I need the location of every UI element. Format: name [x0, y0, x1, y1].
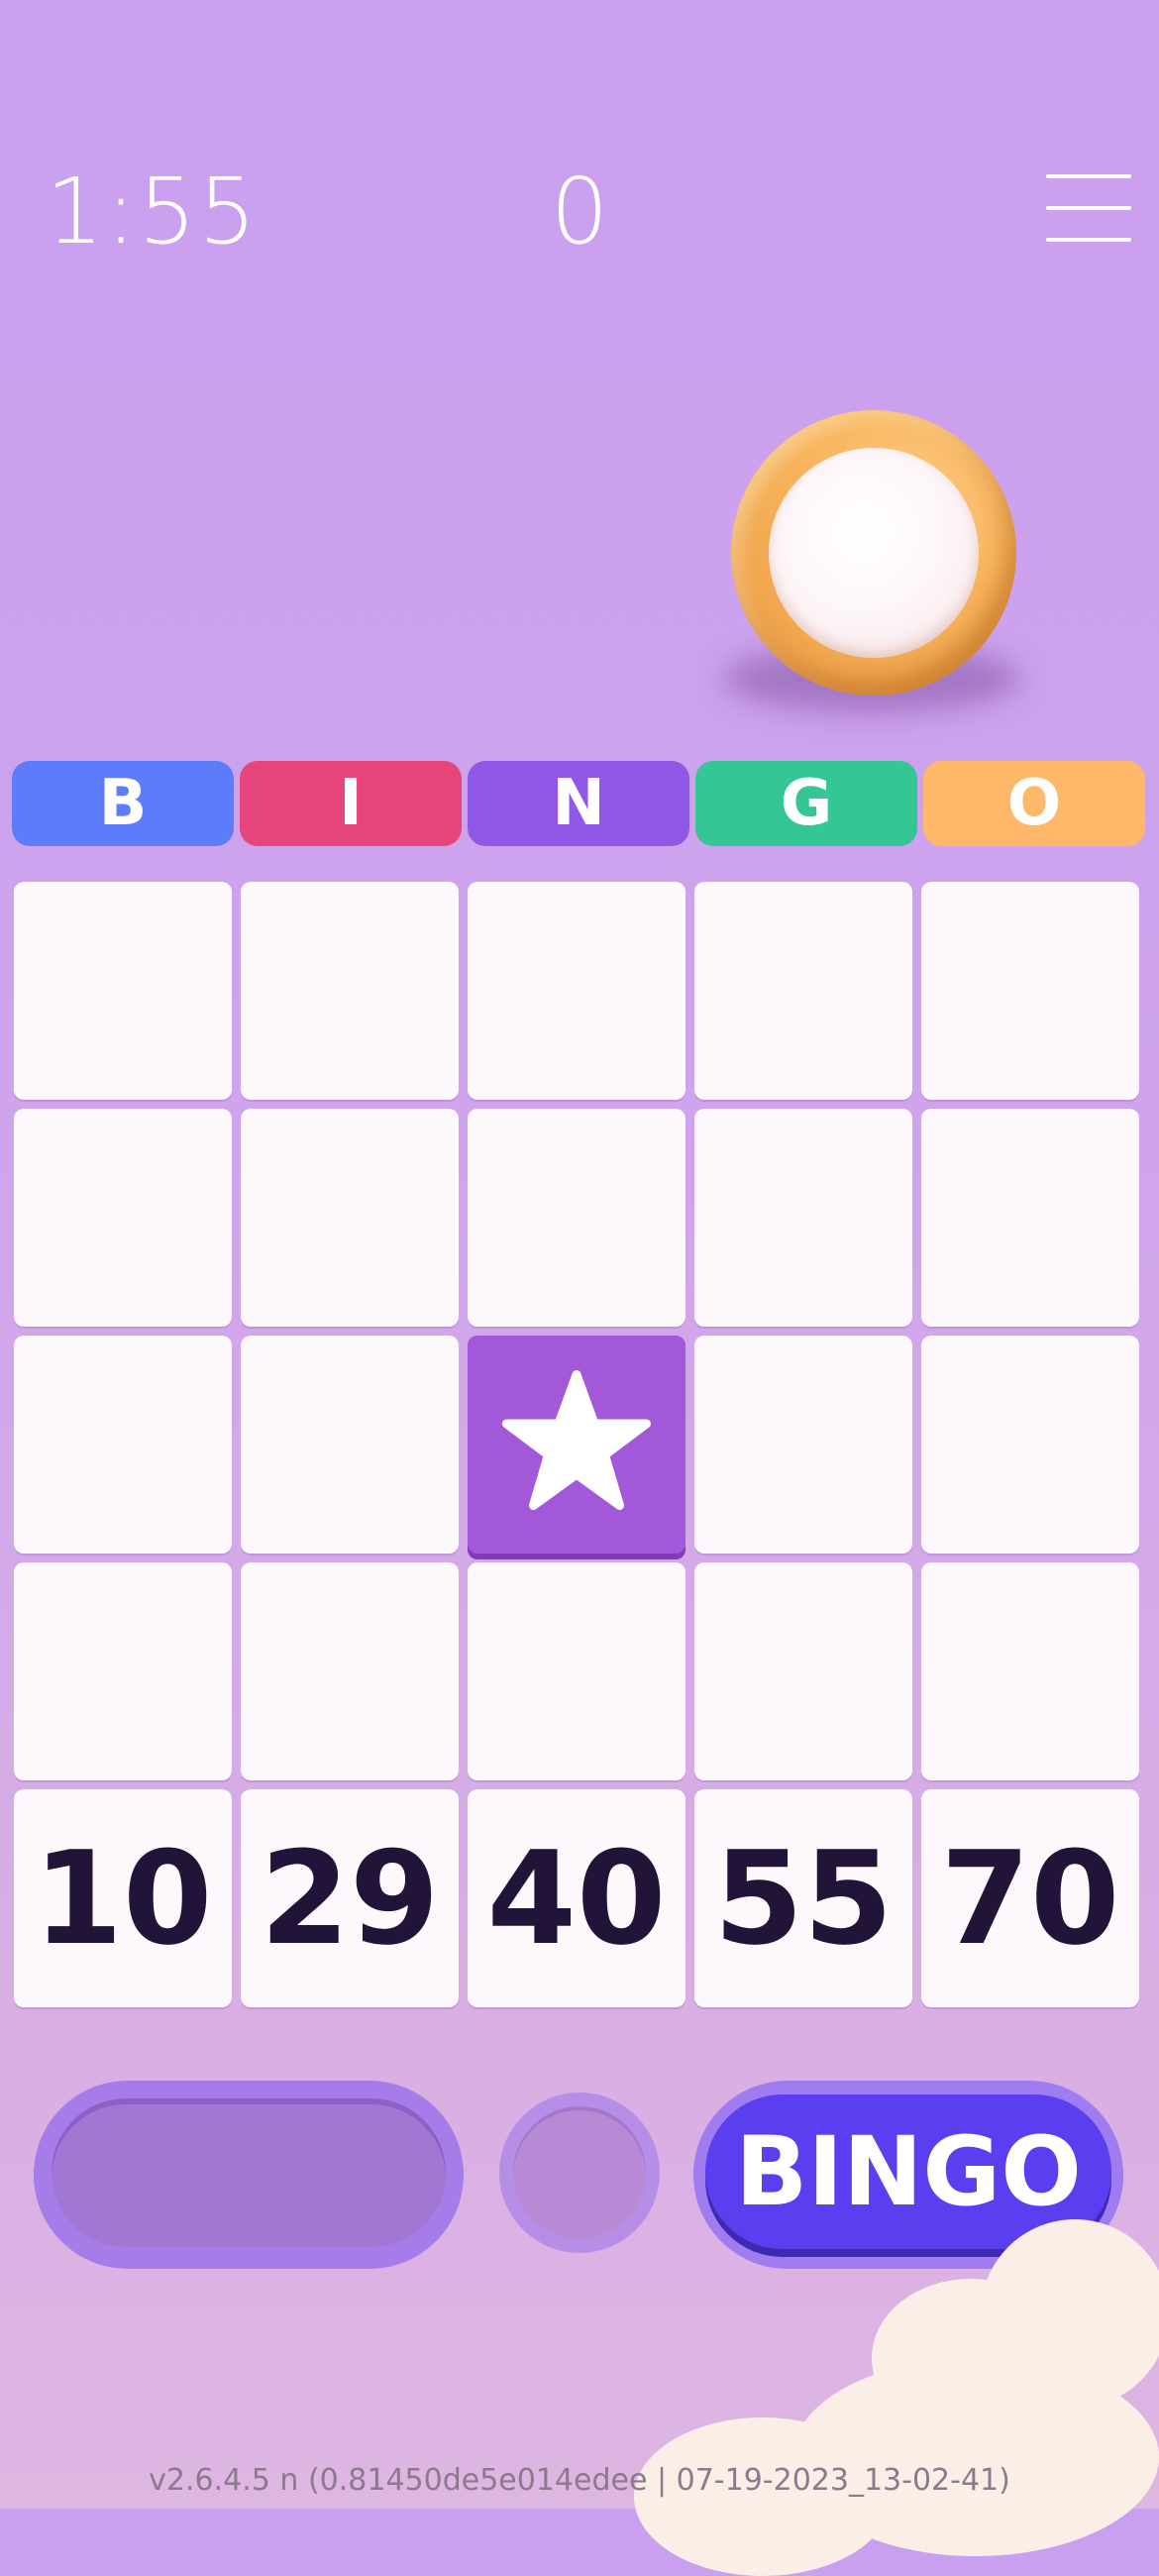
- center-round-button[interactable]: [499, 2093, 660, 2253]
- ball-face: [769, 448, 979, 658]
- center-round-button-face: [513, 2106, 646, 2239]
- column-header-g: G: [695, 761, 917, 846]
- free-cell[interactable]: [468, 1336, 685, 1554]
- column-letter: G: [780, 767, 833, 840]
- bingo-cell[interactable]: [468, 1562, 685, 1780]
- bingo-cell[interactable]: [694, 1562, 912, 1780]
- bingo-cell[interactable]: [14, 1109, 232, 1327]
- bingo-cell[interactable]: 29: [241, 1789, 459, 2007]
- bingo-cell[interactable]: [241, 1109, 459, 1327]
- column-header-b: B: [12, 761, 234, 846]
- bingo-cell[interactable]: [921, 1562, 1139, 1780]
- column-headers: B I N G O: [12, 761, 1147, 846]
- bingo-cell[interactable]: [241, 1562, 459, 1780]
- bingo-cell[interactable]: [694, 882, 912, 1100]
- bingo-cell[interactable]: [921, 1109, 1139, 1327]
- bingo-cell[interactable]: 70: [921, 1789, 1139, 2007]
- bingo-cell[interactable]: [14, 1336, 232, 1554]
- version-text: v2.6.4.5 n (0.81450de5e014edee | 07-19-2…: [149, 2463, 1010, 2498]
- bingo-cell[interactable]: 10: [14, 1789, 232, 2007]
- column-header-i: I: [240, 761, 462, 846]
- column-header-n: N: [468, 761, 689, 846]
- star-icon: [502, 1370, 651, 1510]
- bingo-cell[interactable]: [694, 1109, 912, 1327]
- bingo-ball-icon: [731, 410, 1016, 696]
- bingo-cell[interactable]: [14, 882, 232, 1100]
- score: 0: [550, 159, 609, 265]
- hamburger-menu-icon[interactable]: [1046, 174, 1131, 246]
- bingo-cell[interactable]: [241, 1336, 459, 1554]
- powerup-button[interactable]: [34, 2081, 464, 2269]
- column-letter: I: [339, 767, 363, 840]
- column-letter: N: [552, 767, 605, 840]
- bingo-cell[interactable]: [241, 882, 459, 1100]
- column-header-o: O: [923, 761, 1145, 846]
- column-letter: O: [1006, 767, 1062, 840]
- bingo-cell[interactable]: [694, 1336, 912, 1554]
- bingo-cell[interactable]: 55: [694, 1789, 912, 2007]
- bingo-cell[interactable]: [921, 1336, 1139, 1554]
- powerup-button-face: [52, 2098, 446, 2247]
- bingo-cell[interactable]: 40: [468, 1789, 685, 2007]
- bingo-cell[interactable]: [468, 1109, 685, 1327]
- column-letter: B: [98, 767, 148, 840]
- bingo-cell[interactable]: [468, 882, 685, 1100]
- bingo-cell[interactable]: [14, 1562, 232, 1780]
- bingo-cell[interactable]: [921, 882, 1139, 1100]
